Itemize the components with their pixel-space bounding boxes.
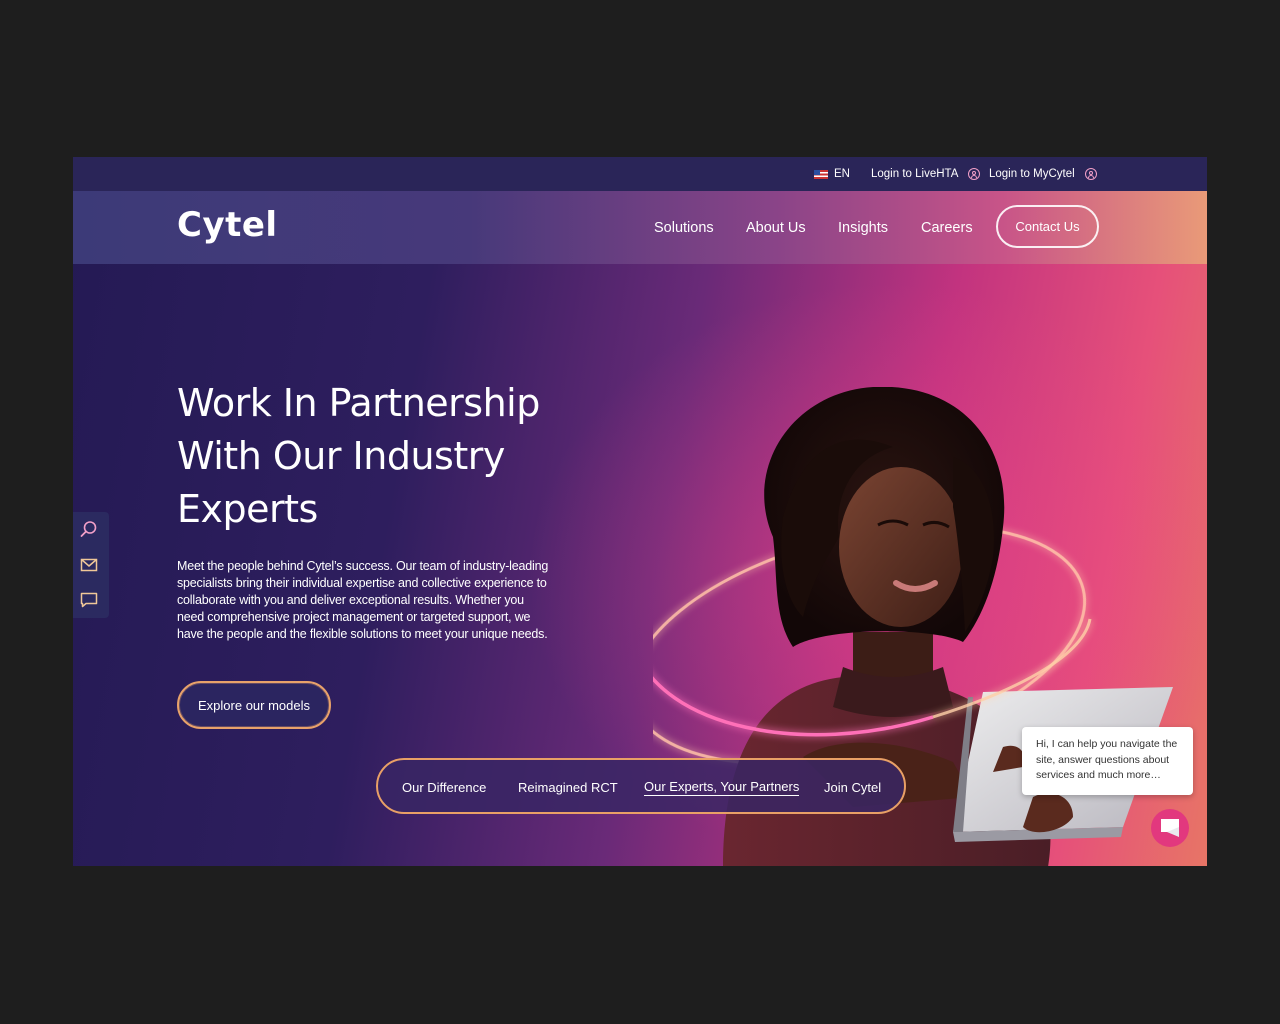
contact-us-button[interactable]: Contact Us <box>996 205 1099 248</box>
tab-our-difference[interactable]: Our Difference <box>402 780 486 795</box>
user-icon <box>1084 168 1097 180</box>
mail-icon[interactable] <box>80 556 98 574</box>
utility-bar: EN Login to LiveHTA Login to MyCytel <box>73 157 1207 191</box>
nav-solutions[interactable]: Solutions <box>654 220 714 236</box>
login-mycytel-label: Login to MyCytel <box>989 168 1075 180</box>
tab-reimagined-rct[interactable]: Reimagined RCT <box>518 780 618 795</box>
login-livehta-link[interactable]: Login to LiveHTA <box>871 168 981 180</box>
hero-title-line: Experts <box>177 487 318 531</box>
nav-careers[interactable]: Careers <box>921 220 973 236</box>
webpage: EN Login to LiveHTA Login to MyCytel Cyt… <box>73 157 1207 866</box>
login-mycytel-link[interactable]: Login to MyCytel <box>989 168 1097 180</box>
language-label: EN <box>834 168 850 180</box>
section-tabbar: Our Difference Reimagined RCT Our Expert… <box>376 758 906 814</box>
chat-bubble-icon <box>1161 819 1179 837</box>
search-icon[interactable] <box>80 520 98 538</box>
language-selector[interactable]: EN <box>814 168 850 180</box>
explore-models-button[interactable]: Explore our models <box>177 681 331 729</box>
chat-launcher-button[interactable] <box>1151 809 1189 847</box>
nav-about-us[interactable]: About Us <box>746 220 806 236</box>
chat-icon[interactable] <box>80 591 98 609</box>
tab-join-cytel[interactable]: Join Cytel <box>824 780 881 795</box>
hero-title-line: Work In Partnership <box>177 381 540 425</box>
user-icon <box>968 168 981 180</box>
main-nav: Cytel Solutions About Us Insights Career… <box>73 191 1207 264</box>
login-livehta-label: Login to LiveHTA <box>871 168 959 180</box>
hero-title-line: With Our Industry <box>177 434 505 478</box>
hero-description: Meet the people behind Cytel’s success. … <box>177 559 549 641</box>
hero-title: Work In Partnership With Our Industry Ex… <box>177 377 597 536</box>
us-flag-icon <box>814 169 828 179</box>
cytel-logo[interactable]: Cytel <box>177 205 278 245</box>
side-toolbar <box>73 512 109 618</box>
nav-insights[interactable]: Insights <box>838 220 888 236</box>
chat-prompt-bubble[interactable]: Hi, I can help you navigate the site, an… <box>1022 727 1193 795</box>
tab-our-experts[interactable]: Our Experts, Your Partners <box>644 779 800 796</box>
